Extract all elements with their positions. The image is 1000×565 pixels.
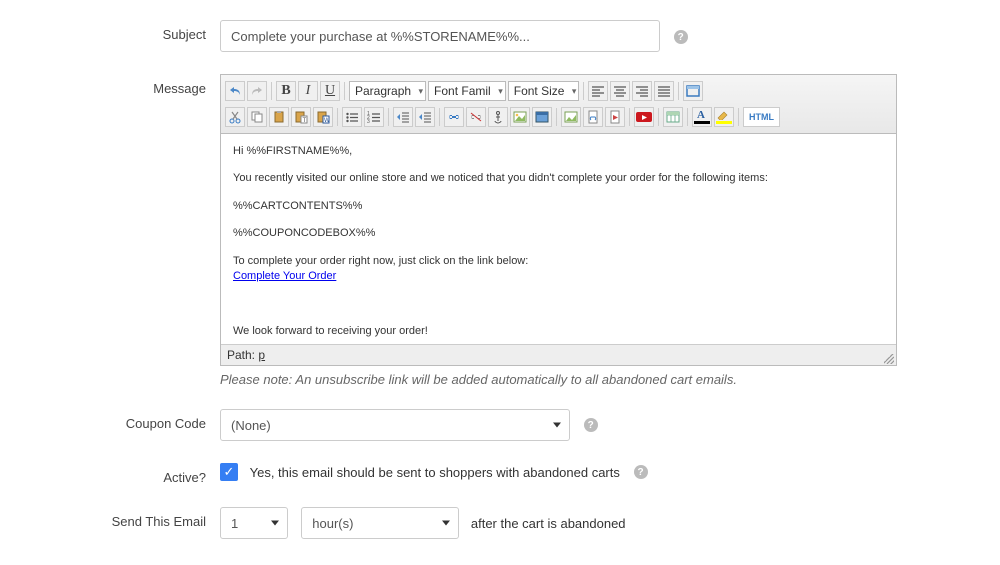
coupon-label: Coupon Code bbox=[10, 409, 220, 431]
editor-content[interactable]: Hi %%FIRSTNAME%%, You recently visited o… bbox=[221, 134, 896, 344]
editor-line: %%CARTCONTENTS%% bbox=[233, 199, 884, 214]
indent-icon[interactable] bbox=[415, 107, 435, 127]
editor-line: You recently visited our online store an… bbox=[233, 171, 884, 186]
complete-order-link[interactable]: Complete Your Order bbox=[233, 270, 336, 282]
send-qty-select[interactable]: 1 bbox=[220, 507, 288, 539]
redo-icon[interactable] bbox=[247, 81, 267, 101]
editor-line: To complete your order right now, just c… bbox=[233, 254, 884, 285]
text-color-icon[interactable]: A bbox=[692, 107, 712, 127]
outdent-icon[interactable] bbox=[393, 107, 413, 127]
video-file-icon[interactable] bbox=[605, 107, 625, 127]
youtube-icon[interactable] bbox=[634, 107, 654, 127]
editor-line: %%COUPONCODEBOX%% bbox=[233, 226, 884, 241]
align-left-icon[interactable] bbox=[588, 81, 608, 101]
send-label: Send This Email bbox=[10, 507, 220, 529]
anchor-icon[interactable] bbox=[488, 107, 508, 127]
svg-text:T: T bbox=[303, 118, 307, 124]
align-justify-icon[interactable] bbox=[654, 81, 674, 101]
help-icon[interactable]: ? bbox=[674, 30, 688, 44]
coupon-select[interactable]: (None) bbox=[220, 409, 570, 441]
help-icon[interactable]: ? bbox=[584, 418, 598, 432]
editor-line: We look forward to receiving your order! bbox=[233, 324, 884, 339]
copy-icon[interactable] bbox=[247, 107, 267, 127]
highlight-color-icon[interactable] bbox=[714, 107, 734, 127]
font-family-select[interactable]: Font Famil bbox=[428, 81, 506, 101]
link-icon[interactable] bbox=[444, 107, 464, 127]
image-icon[interactable] bbox=[510, 107, 530, 127]
subject-label: Subject bbox=[10, 20, 220, 42]
cut-icon[interactable] bbox=[225, 107, 245, 127]
html-button[interactable]: HTML bbox=[743, 107, 780, 127]
rich-text-editor: B I U Paragraph Font Famil Font Size bbox=[220, 74, 897, 366]
unsubscribe-note: Please note: An unsubscribe link will be… bbox=[220, 372, 897, 387]
editor-line: Hi %%FIRSTNAME%%, bbox=[233, 144, 884, 159]
table-icon[interactable] bbox=[663, 107, 683, 127]
format-select[interactable]: Paragraph bbox=[349, 81, 426, 101]
unlink-icon[interactable] bbox=[466, 107, 486, 127]
number-list-icon[interactable]: 123 bbox=[364, 107, 384, 127]
active-description: Yes, this email should be sent to shoppe… bbox=[250, 465, 620, 480]
active-checkbox[interactable]: ✓ bbox=[220, 463, 238, 481]
help-icon[interactable]: ? bbox=[634, 465, 648, 479]
italic-button[interactable]: I bbox=[298, 81, 318, 101]
paste-icon[interactable] bbox=[269, 107, 289, 127]
image-tool-icon[interactable] bbox=[561, 107, 581, 127]
editor-path-bar: Path: p bbox=[221, 344, 896, 365]
send-unit-select[interactable]: hour(s) bbox=[301, 507, 459, 539]
svg-text:3: 3 bbox=[367, 119, 370, 123]
svg-text:W: W bbox=[324, 118, 330, 124]
link-file-icon[interactable] bbox=[583, 107, 603, 127]
bold-button[interactable]: B bbox=[276, 81, 296, 101]
align-right-icon[interactable] bbox=[632, 81, 652, 101]
undo-icon[interactable] bbox=[225, 81, 245, 101]
font-size-select[interactable]: Font Size bbox=[508, 81, 580, 101]
align-center-icon[interactable] bbox=[610, 81, 630, 101]
message-label: Message bbox=[10, 74, 220, 96]
editor-toolbar: B I U Paragraph Font Famil Font Size bbox=[221, 75, 896, 134]
active-label: Active? bbox=[10, 463, 220, 485]
paste-text-icon[interactable]: T bbox=[291, 107, 311, 127]
send-after-text: after the cart is abandoned bbox=[471, 516, 626, 531]
subject-input[interactable] bbox=[220, 20, 660, 52]
media-icon[interactable] bbox=[532, 107, 552, 127]
underline-button[interactable]: U bbox=[320, 81, 340, 101]
resize-handle-icon[interactable] bbox=[884, 354, 894, 364]
fullscreen-icon[interactable] bbox=[683, 81, 703, 101]
paste-word-icon[interactable]: W bbox=[313, 107, 333, 127]
bullet-list-icon[interactable] bbox=[342, 107, 362, 127]
